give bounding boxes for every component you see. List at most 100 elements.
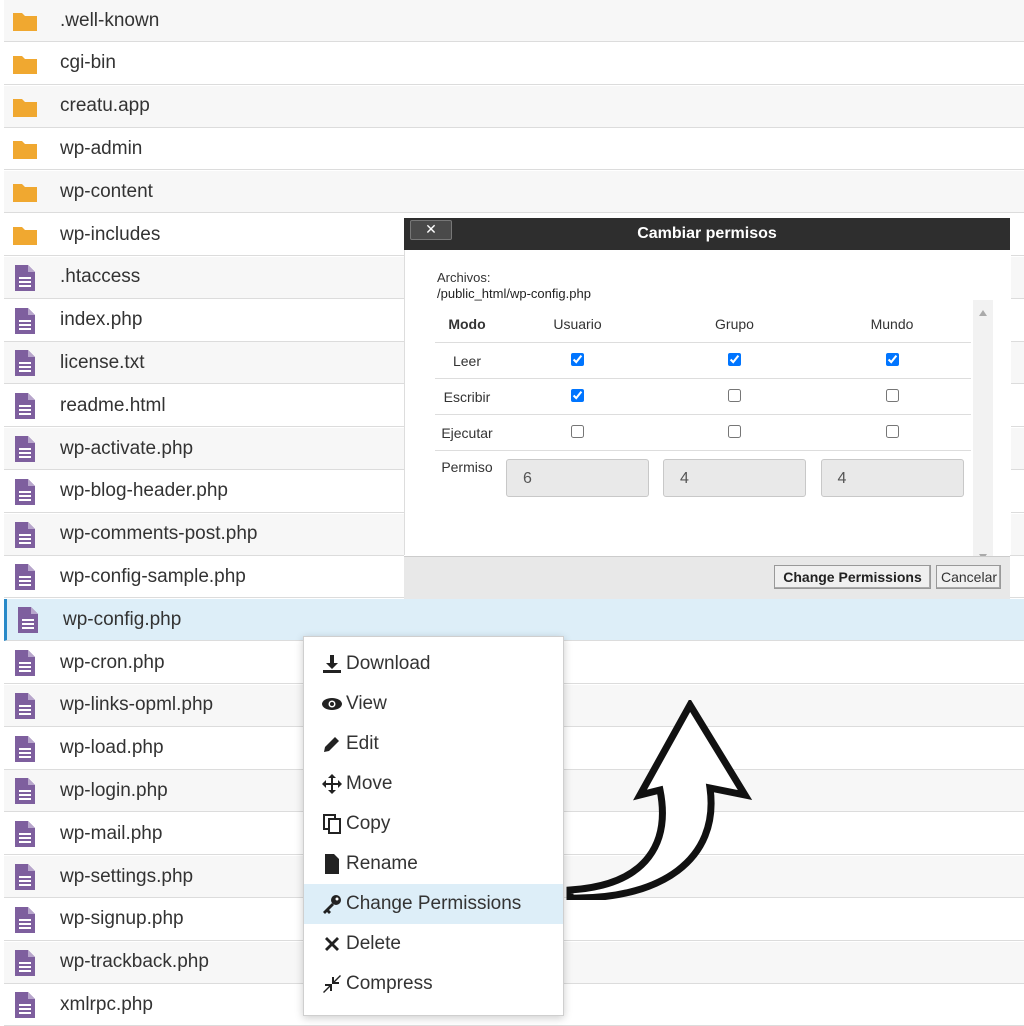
file-name: .well-known — [60, 9, 160, 31]
document-icon — [12, 864, 38, 890]
header-world: Mundo — [813, 306, 971, 343]
menu-item-label: Compress — [346, 973, 433, 994]
context-menu: Download View Edit Move Copy Rename Change Per… — [303, 636, 564, 1016]
compress-icon — [321, 973, 343, 995]
document-icon — [12, 650, 38, 676]
file-name: wp-admin — [60, 137, 143, 159]
menu-item-download[interactable]: Download — [304, 644, 563, 684]
menu-item-change-permissions[interactable]: Change Permissions — [304, 884, 563, 924]
permission-value-user[interactable]: 6 — [506, 459, 649, 497]
checkbox-escribir-group[interactable] — [728, 388, 741, 402]
document-icon — [12, 735, 38, 762]
menu-item-label: View — [346, 693, 387, 714]
file-row[interactable]: wp-config.php — [4, 599, 1024, 642]
permission-row-label: Leer — [435, 342, 499, 379]
document-icon — [12, 436, 38, 462]
menu-item-label: Download — [346, 653, 431, 674]
checkbox-leer-group[interactable] — [728, 352, 741, 366]
permission-row-label: Ejecutar — [435, 414, 499, 451]
document-icon — [12, 521, 38, 548]
permission-row-label: Escribir — [435, 378, 499, 415]
dialog-footer: Change Permissions Cancelar — [404, 556, 1010, 599]
document-icon — [12, 350, 38, 377]
file-row[interactable]: wp-content — [4, 171, 1024, 214]
header-mode: Modo — [435, 306, 499, 343]
checkbox-leer-world[interactable] — [885, 352, 899, 366]
file-name: wp-cron.php — [60, 651, 165, 673]
files-label: Archivos: — [437, 270, 491, 285]
menu-item-view[interactable]: View — [304, 684, 563, 724]
arrow-icon — [566, 700, 753, 900]
permissions-table: Modo Usuario Grupo Mundo Leer Escribir Eje… — [435, 306, 971, 498]
menu-item-copy[interactable]: Copy — [304, 804, 563, 844]
cancel-button[interactable]: Cancelar — [936, 565, 1001, 589]
download-icon — [321, 653, 343, 675]
menu-item-compress[interactable]: Compress — [304, 964, 563, 1004]
document-icon — [12, 821, 38, 848]
checkbox-escribir-user[interactable] — [571, 388, 584, 402]
menu-item-label: Change Permissions — [346, 893, 522, 914]
document-icon — [12, 692, 38, 719]
menu-item-label: Move — [346, 773, 393, 794]
folder-icon — [12, 222, 38, 248]
file-row[interactable]: .well-known — [4, 0, 1024, 42]
file-name: wp-includes — [60, 223, 161, 245]
file-name: xmlrpc.php — [60, 993, 153, 1015]
menu-item-label: Rename — [346, 853, 418, 874]
permission-label: Permiso — [441, 459, 493, 475]
file-name: readme.html — [60, 394, 166, 416]
file-name: license.txt — [60, 351, 145, 373]
document-icon — [12, 564, 38, 591]
file-name: wp-trackback.php — [60, 951, 209, 973]
document-icon — [12, 264, 38, 291]
dialog-body: Archivos: /public_html/wp-config.php Mod… — [404, 250, 1011, 570]
file-name: wp-load.php — [60, 737, 164, 759]
file-name: wp-activate.php — [60, 437, 194, 459]
checkbox-ejecutar-user[interactable] — [571, 424, 584, 438]
menu-item-edit[interactable]: Edit — [304, 724, 563, 764]
move-icon — [321, 773, 343, 795]
document-icon — [12, 949, 38, 976]
document-icon — [12, 307, 38, 334]
checkbox-escribir-world[interactable] — [885, 388, 899, 402]
file-name: index.php — [60, 309, 143, 331]
file-icon — [321, 853, 343, 875]
key-icon — [321, 893, 343, 915]
folder-icon — [12, 8, 38, 34]
document-icon — [12, 778, 38, 805]
change-permissions-button[interactable]: Change Permissions — [774, 565, 931, 589]
menu-item-rename[interactable]: Rename — [304, 844, 563, 884]
document-icon — [15, 607, 41, 634]
menu-item-label: Edit — [346, 733, 379, 754]
checkbox-ejecutar-group[interactable] — [728, 424, 741, 438]
scroll-up-icon[interactable] — [979, 310, 987, 316]
folder-icon — [12, 136, 38, 162]
header-group: Grupo — [656, 306, 813, 343]
dialog-close-button[interactable]: ✕ — [410, 220, 452, 240]
permission-value-group[interactable]: 4 — [663, 459, 806, 497]
pencil-icon — [321, 733, 343, 755]
dialog-scrollbar[interactable] — [973, 300, 993, 570]
menu-item-delete[interactable]: Delete — [304, 924, 563, 964]
folder-icon — [12, 179, 38, 205]
file-row[interactable]: wp-admin — [4, 128, 1024, 171]
file-name: wp-config-sample.php — [60, 565, 246, 587]
menu-item-move[interactable]: Move — [304, 764, 563, 804]
menu-item-label: Copy — [346, 813, 391, 834]
file-row[interactable]: cgi-bin — [4, 42, 1024, 85]
document-icon — [12, 478, 38, 505]
document-icon — [12, 906, 38, 933]
file-row[interactable]: creatu.app — [4, 85, 1024, 128]
file-name: wp-signup.php — [60, 908, 184, 930]
file-name: wp-mail.php — [60, 822, 163, 844]
x-icon — [321, 933, 343, 955]
eye-icon — [321, 693, 343, 715]
menu-item-label: Delete — [346, 933, 401, 954]
file-name: creatu.app — [60, 95, 150, 117]
folder-icon — [12, 51, 38, 77]
permission-value-world[interactable]: 4 — [820, 459, 964, 497]
file-name: wp-config.php — [63, 608, 182, 630]
checkbox-leer-user[interactable] — [571, 352, 584, 366]
checkbox-ejecutar-world[interactable] — [885, 424, 899, 438]
file-name: wp-content — [60, 180, 153, 202]
